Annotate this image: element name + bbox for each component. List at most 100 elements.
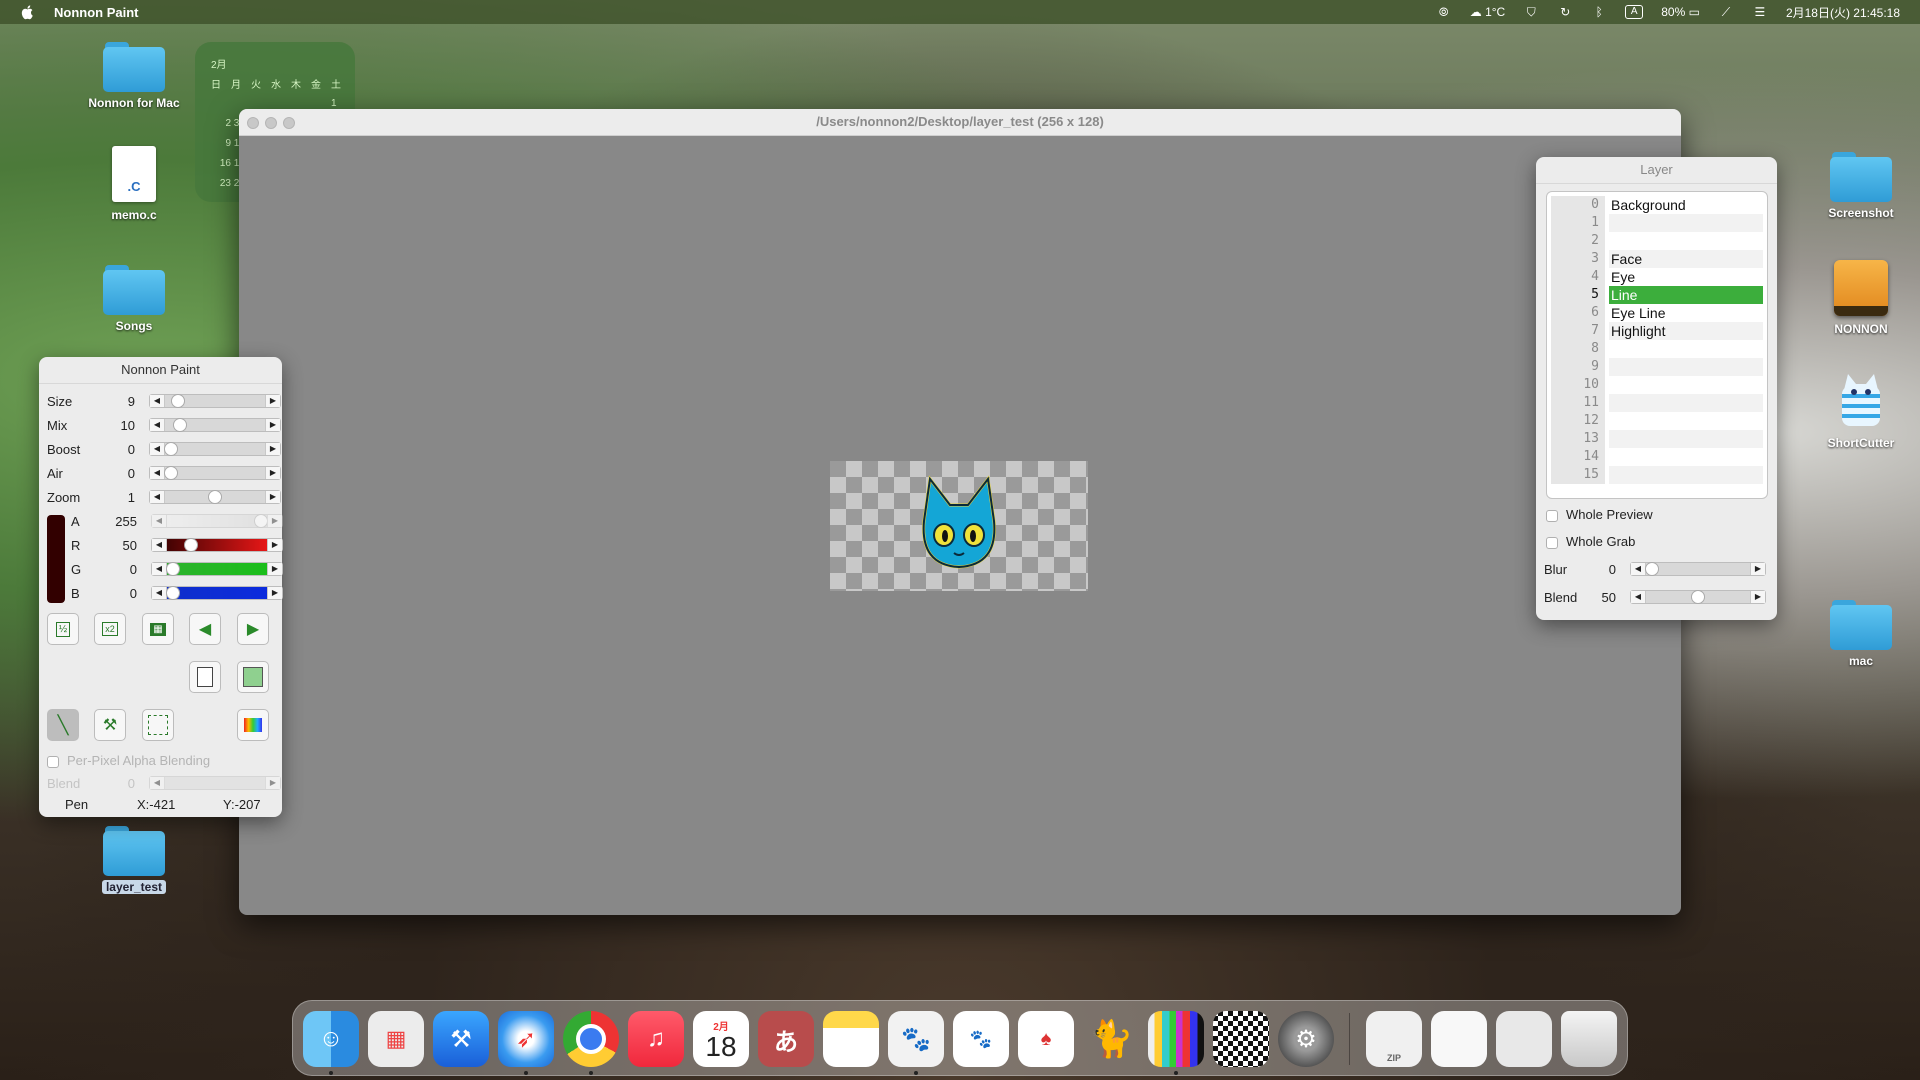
canvas-window[interactable]: /Users/nonnon2/Desktop/layer_test (256 x… bbox=[239, 109, 1681, 915]
layer-blend-slider[interactable]: ◀ ▶ bbox=[1630, 590, 1766, 604]
layer-row[interactable]: 15 bbox=[1551, 466, 1763, 484]
green-slider[interactable]: ◀ ▶ bbox=[151, 562, 283, 576]
drawing-canvas[interactable] bbox=[830, 461, 1088, 591]
mix-slider[interactable]: ◀ ▶ bbox=[149, 418, 281, 432]
slider-thumb[interactable] bbox=[1645, 562, 1659, 576]
launchpad-icon[interactable]: ▦ bbox=[368, 1011, 424, 1067]
arrow-right-icon[interactable]: ▶ bbox=[1750, 563, 1765, 575]
per-pixel-alpha-checkbox[interactable]: Per-Pixel Alpha Blending bbox=[47, 753, 210, 768]
arrow-left-icon[interactable]: ◀ bbox=[150, 395, 165, 407]
color-swatch[interactable] bbox=[47, 515, 65, 603]
control-center-icon[interactable]: ☰ bbox=[1752, 4, 1768, 20]
fill-tool-button[interactable]: ⚒ bbox=[94, 709, 126, 741]
arrow-left-icon[interactable]: ◀ bbox=[152, 587, 167, 599]
safari-icon[interactable]: ➶ bbox=[498, 1011, 554, 1067]
half-size-button[interactable]: ½ bbox=[47, 613, 79, 645]
arrow-right-icon[interactable]: ▶ bbox=[265, 395, 280, 407]
new-document-button[interactable] bbox=[189, 661, 221, 693]
arrow-right-icon[interactable]: ▶ bbox=[265, 491, 280, 503]
color-bars-icon[interactable] bbox=[1148, 1011, 1204, 1067]
app-name-menu[interactable]: Nonnon Paint bbox=[54, 5, 139, 20]
layer-row[interactable]: 11 bbox=[1551, 394, 1763, 412]
whole-grab-checkbox[interactable]: Whole Grab bbox=[1546, 534, 1635, 549]
arrow-left-icon[interactable]: ◀ bbox=[150, 777, 165, 789]
layer-row[interactable]: 6 Eye Line bbox=[1551, 304, 1763, 322]
arrow-left-icon[interactable]: ◀ bbox=[152, 515, 167, 527]
arrow-left-icon[interactable]: ◀ bbox=[152, 539, 167, 551]
screenshots-stack-icon[interactable] bbox=[1496, 1011, 1552, 1067]
arrow-left-icon[interactable]: ◀ bbox=[1631, 563, 1646, 575]
layer-row[interactable]: 2 bbox=[1551, 232, 1763, 250]
slider-thumb[interactable] bbox=[164, 466, 178, 480]
window-titlebar[interactable]: /Users/nonnon2/Desktop/layer_test (256 x… bbox=[239, 109, 1681, 136]
layer-list[interactable]: 0 Background 1 2 3 Face 4 Eye 5 Line 6 Eye Line 7 Hig… bbox=[1546, 191, 1768, 499]
xcode-icon[interactable]: ⚒ bbox=[433, 1011, 489, 1067]
air-slider[interactable]: ◀ ▶ bbox=[149, 466, 281, 480]
nonnon-paint-app-icon[interactable]: 🐾 bbox=[888, 1011, 944, 1067]
layer-row[interactable]: 4 Eye bbox=[1551, 268, 1763, 286]
pen-tool-button[interactable]: ╲ bbox=[47, 709, 79, 741]
slider-thumb[interactable] bbox=[208, 490, 222, 504]
document-app-icon[interactable]: 🐾 bbox=[953, 1011, 1009, 1067]
bluetooth-icon[interactable]: ᛒ bbox=[1591, 4, 1607, 20]
system-settings-icon[interactable]: ⚙ bbox=[1278, 1011, 1334, 1067]
slider-thumb[interactable] bbox=[183, 538, 198, 552]
kana-input-icon[interactable]: あ bbox=[758, 1011, 814, 1067]
arrow-right-icon[interactable]: ▶ bbox=[267, 515, 282, 527]
layer-row[interactable]: 8 bbox=[1551, 340, 1763, 358]
rotate-right-button[interactable]: ▶ bbox=[237, 613, 269, 645]
app-status-icon[interactable]: ⦾ bbox=[1436, 4, 1452, 20]
calendar-icon[interactable]: 2月 18 bbox=[693, 1011, 749, 1067]
slider-thumb[interactable] bbox=[166, 562, 180, 576]
input-source-icon[interactable]: A bbox=[1625, 5, 1644, 19]
zip-archive-icon[interactable]: ZIP bbox=[1366, 1011, 1422, 1067]
zoom-slider[interactable]: ◀ ▶ bbox=[149, 490, 281, 504]
desktop-folder-layer-test[interactable]: layer_test bbox=[79, 826, 189, 894]
shield-icon[interactable]: ⛉ bbox=[1523, 4, 1539, 20]
layer-row[interactable]: 1 bbox=[1551, 214, 1763, 232]
slider-thumb[interactable] bbox=[1691, 590, 1705, 604]
arrow-left-icon[interactable]: ◀ bbox=[152, 563, 167, 575]
whole-preview-checkbox[interactable]: Whole Preview bbox=[1546, 507, 1653, 522]
select-tool-button[interactable] bbox=[142, 709, 174, 741]
desktop-folder-mac[interactable]: mac bbox=[1806, 600, 1916, 668]
layer-panel[interactable]: Layer 0 Background 1 2 3 Face 4 Eye 5 Line 6 Eye Li… bbox=[1536, 157, 1777, 620]
downloads-stack-icon[interactable] bbox=[1431, 1011, 1487, 1067]
blue-slider[interactable]: ◀ ▶ bbox=[151, 586, 283, 600]
chrome-icon[interactable] bbox=[563, 1011, 619, 1067]
arrow-right-icon[interactable]: ▶ bbox=[265, 467, 280, 479]
music-icon[interactable]: ♫ bbox=[628, 1011, 684, 1067]
slider-thumb[interactable] bbox=[172, 418, 187, 432]
paint-tool-panel[interactable]: Nonnon Paint Size 9 ◀ ▶ Mix 10 ◀ ▶ Boost 0… bbox=[39, 357, 283, 817]
red-slider[interactable]: ◀ ▶ bbox=[151, 538, 283, 552]
layer-row[interactable]: 10 bbox=[1551, 376, 1763, 394]
sync-icon[interactable]: ↻ bbox=[1557, 4, 1573, 20]
arrow-left-icon[interactable]: ◀ bbox=[150, 491, 165, 503]
arrow-right-icon[interactable]: ▶ bbox=[1750, 591, 1765, 603]
color-palette-button[interactable] bbox=[237, 709, 269, 741]
arrow-right-icon[interactable]: ▶ bbox=[265, 419, 280, 431]
arrow-left-icon[interactable]: ◀ bbox=[150, 467, 165, 479]
checker-icon[interactable] bbox=[1213, 1011, 1269, 1067]
layer-row[interactable]: 7 Highlight bbox=[1551, 322, 1763, 340]
desktop-folder-screenshot[interactable]: Screenshot bbox=[1806, 152, 1916, 220]
slider-thumb[interactable] bbox=[166, 586, 180, 600]
battery-status[interactable]: 80% ▭ bbox=[1661, 5, 1700, 19]
arrow-right-icon[interactable]: ▶ bbox=[267, 587, 282, 599]
slider-thumb[interactable] bbox=[254, 514, 268, 528]
slider-thumb[interactable] bbox=[171, 394, 186, 408]
layer-row[interactable]: 3 Face bbox=[1551, 250, 1763, 268]
save-button[interactable] bbox=[237, 661, 269, 693]
arrow-right-icon[interactable]: ▶ bbox=[267, 563, 282, 575]
wifi-off-icon[interactable]: ⟋ bbox=[1718, 4, 1734, 20]
desktop-folder-songs[interactable]: Songs bbox=[79, 265, 189, 333]
desktop-drive-nonnon[interactable]: NONNON bbox=[1806, 260, 1916, 336]
clock[interactable]: 2月18日(火) 21:45:18 bbox=[1786, 4, 1900, 21]
size-slider[interactable]: ◀ ▶ bbox=[149, 394, 281, 408]
grid-toggle-button[interactable]: ▦ bbox=[142, 613, 174, 645]
boost-slider[interactable]: ◀ ▶ bbox=[149, 442, 281, 456]
layer-row[interactable]: 13 bbox=[1551, 430, 1763, 448]
black-cat-icon[interactable]: 🐈 bbox=[1083, 1011, 1139, 1067]
rotate-left-button[interactable]: ◀ bbox=[189, 613, 221, 645]
desktop-app-shortcutter[interactable]: ShortCutter bbox=[1806, 370, 1916, 450]
